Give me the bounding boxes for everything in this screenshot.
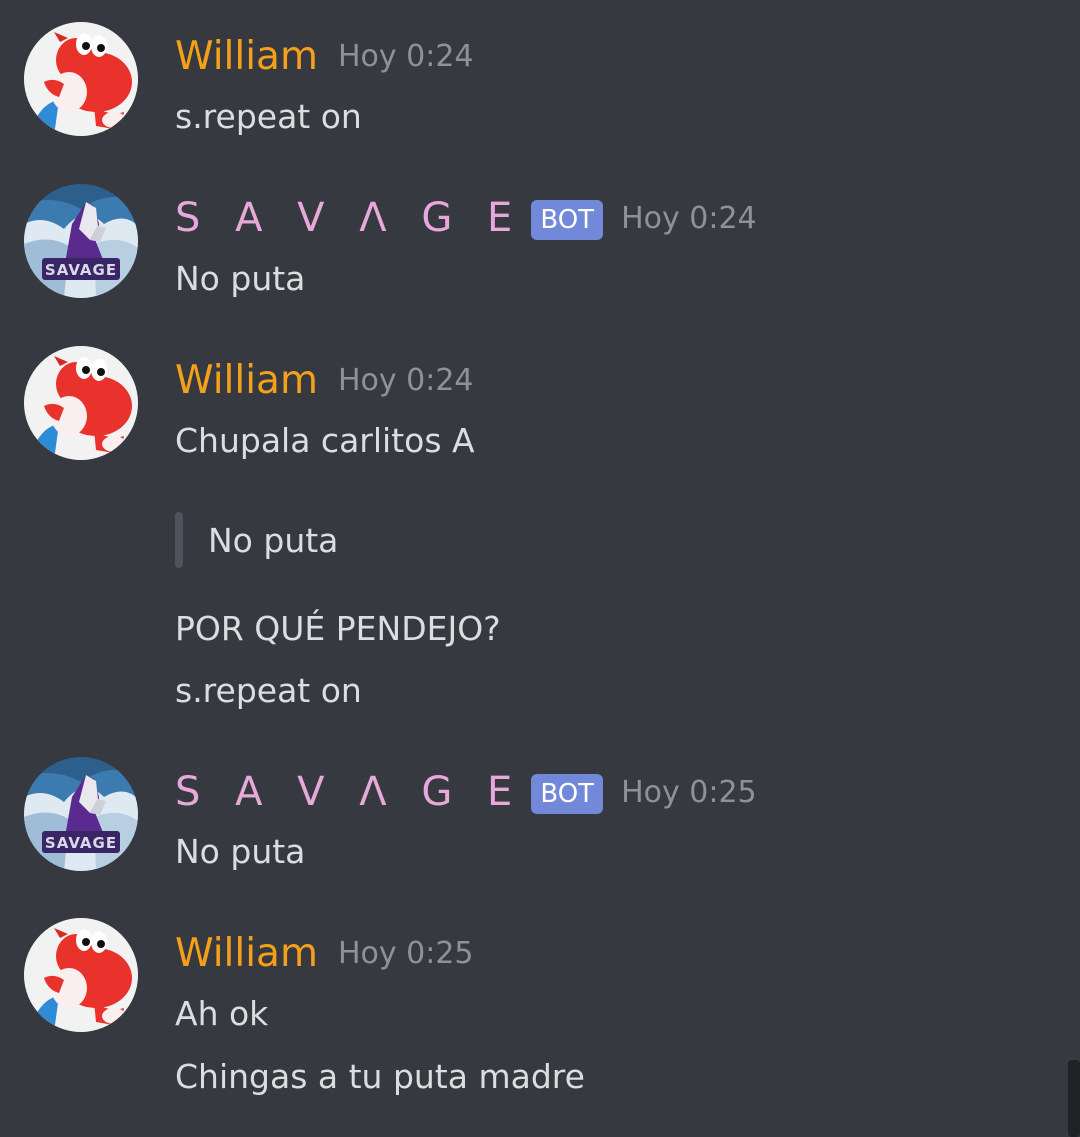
timestamp[interactable]: Hoy 0:25 xyxy=(621,775,757,810)
message-header: William Hoy 0:24 xyxy=(175,28,474,84)
message-text: s.repeat on xyxy=(175,671,362,710)
bot-badge: BOT xyxy=(531,774,604,814)
timestamp[interactable]: Hoy 0:24 xyxy=(621,201,757,236)
message-text: Chingas a tu puta madre xyxy=(175,1057,585,1096)
avatar[interactable] xyxy=(24,346,138,460)
message-text: Chupala carlitos A xyxy=(175,421,475,460)
message-header: William Hoy 0:25 xyxy=(175,925,474,981)
bot-badge: BOT xyxy=(531,200,604,240)
timestamp[interactable]: Hoy 0:24 xyxy=(338,363,474,398)
username[interactable]: S A V Λ G E xyxy=(175,769,523,815)
avatar[interactable] xyxy=(24,757,138,871)
message-text: No puta xyxy=(175,832,306,871)
username[interactable]: S A V Λ G E xyxy=(175,195,523,241)
scrollbar[interactable] xyxy=(1068,1060,1080,1137)
message-text: Ah ok xyxy=(175,994,269,1033)
avatar[interactable] xyxy=(24,22,138,136)
quote-text: No puta xyxy=(208,520,339,560)
message-header: S A V Λ G E BOT Hoy 0:24 xyxy=(175,190,757,246)
red-yoshi-avatar-icon xyxy=(24,918,138,1032)
timestamp[interactable]: Hoy 0:24 xyxy=(338,39,474,74)
username[interactable]: William xyxy=(175,358,318,403)
quote-bar xyxy=(175,512,183,568)
username[interactable]: William xyxy=(175,931,318,976)
username[interactable]: William xyxy=(175,34,318,79)
block-quote: No puta xyxy=(175,512,338,568)
message-header: S A V Λ G E BOT Hoy 0:25 xyxy=(175,764,757,820)
message-header: William Hoy 0:24 xyxy=(175,352,474,408)
message-text: No puta xyxy=(175,259,306,298)
avatar[interactable] xyxy=(24,918,138,1032)
message-text: s.repeat on xyxy=(175,97,362,136)
savage-wolf-logo-avatar-icon xyxy=(24,184,138,298)
savage-wolf-logo-avatar-icon xyxy=(24,757,138,871)
message-text: POR QUÉ PENDEJO? xyxy=(175,609,501,648)
red-yoshi-avatar-icon xyxy=(24,346,138,460)
timestamp[interactable]: Hoy 0:25 xyxy=(338,936,474,971)
red-yoshi-avatar-icon xyxy=(24,22,138,136)
avatar[interactable] xyxy=(24,184,138,298)
